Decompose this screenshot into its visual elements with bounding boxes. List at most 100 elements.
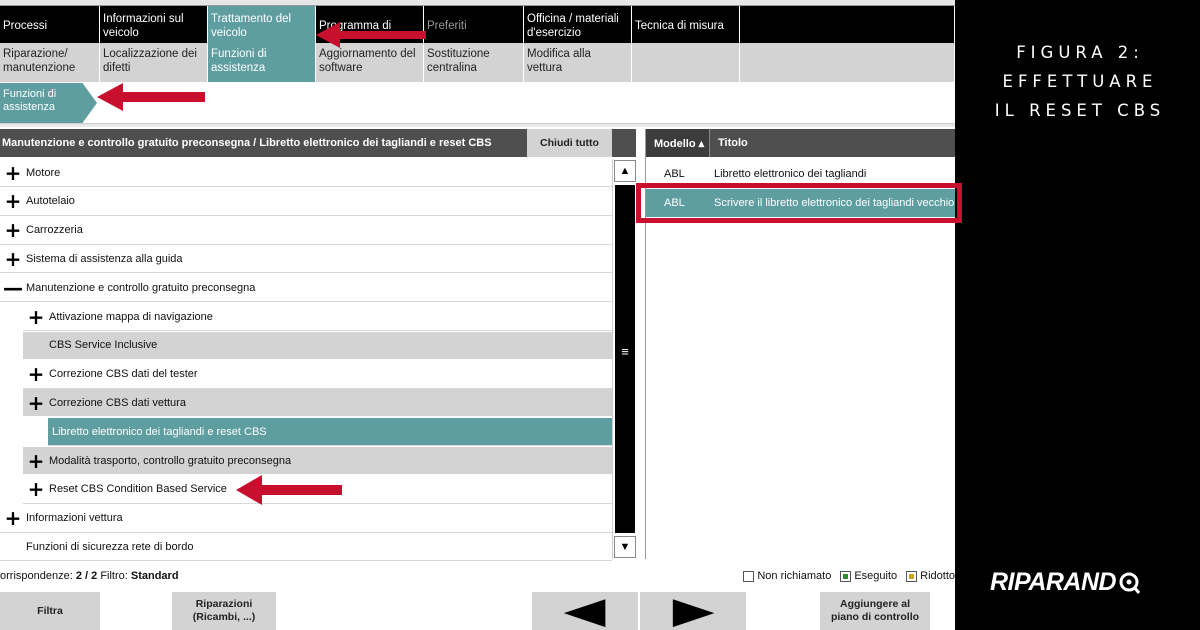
tree-row-label: Correzione CBS dati del tester	[49, 368, 198, 381]
annotation-arrow-nav-icon	[316, 22, 426, 48]
tree-row-label: Modalità trasporto, controllo gratuito p…	[49, 454, 292, 467]
tree-row[interactable]: + Motore	[0, 159, 612, 187]
expand-icon[interactable]: +	[23, 364, 49, 384]
caption-line-2: EFFETTUARE	[1002, 72, 1158, 91]
scroll-down-icon[interactable]: ▼	[614, 536, 636, 558]
filter-label: Filtro:	[100, 570, 128, 582]
tree-path-title: Manutenzione e controllo gratuito precon…	[2, 137, 492, 149]
tree-row[interactable]: + Correzione CBS dati del tester	[23, 361, 612, 389]
legend-swatch-icon	[840, 570, 852, 582]
riparando-logo: RIPARAND	[990, 568, 1143, 597]
expand-icon[interactable]: +	[23, 393, 49, 413]
status-line: orrispondenze: 2 / 2 Filtro: Standard No…	[0, 565, 955, 587]
legend-label: Non richiamato	[757, 570, 832, 582]
nav-tab-item-1[interactable]: Informazioni sul veicolo	[100, 6, 208, 43]
expand-icon[interactable]: +	[0, 191, 26, 211]
tree-row-label: Motore	[26, 166, 61, 179]
tree-row[interactable]: Funzioni di sicurezza rete di bordo	[0, 533, 612, 562]
subnav-tab-item-4[interactable]: Sostituzione centralina	[424, 43, 524, 82]
tree-row[interactable]: + Attivazione mappa di navigazione	[23, 303, 612, 331]
tree-scrollbar[interactable]: ▲ ≡ ▼	[612, 159, 636, 559]
tree-row[interactable]: — Manutenzione e controllo gratuito preco…	[0, 274, 612, 303]
subnav-tab-item-1[interactable]: Localizzazione dei difetti	[100, 43, 208, 82]
caption-line-3: IL RESET CBS	[994, 101, 1166, 120]
expand-icon[interactable]: +	[23, 479, 49, 499]
tree-row[interactable]: + Autotelaio	[0, 188, 612, 216]
forward-button[interactable]: ▶	[640, 592, 746, 630]
tree-row[interactable]: + Informazioni vettura	[0, 505, 612, 533]
main-nav-bar: Processi Informazioni sul veicolo Trattame…	[0, 6, 955, 43]
filter-value: Standard	[130, 570, 179, 582]
results-header: Modello ▴ Titolo	[646, 129, 955, 157]
expand-icon[interactable]: +	[23, 451, 49, 471]
tree-row[interactable]: Libretto elettronico dei tagliandi e res…	[48, 418, 612, 447]
tree-row-label: Informazioni vettura	[26, 512, 123, 525]
tree-row-label: Libretto elettronico dei tagliandi e res…	[52, 425, 267, 438]
filter-button[interactable]: Filtra	[0, 592, 100, 630]
add-to-plan-label: Aggiungere al piano di controllo	[830, 598, 920, 623]
legend-swatch-icon	[906, 570, 918, 582]
tree-row-label: Attivazione mappa di navigazione	[49, 310, 213, 323]
expand-icon[interactable]: +	[23, 307, 49, 327]
tree-row-label: Correzione CBS dati vettura	[49, 396, 186, 409]
annotation-arrow-tab-icon	[97, 83, 205, 111]
grip-icon: ≡	[621, 344, 629, 359]
scroll-thumb[interactable]: ≡	[615, 185, 635, 533]
nav-tab-item-5[interactable]: Officina / materiali d'esercizio	[524, 6, 632, 43]
tree-row-label: Carrozzeria	[26, 224, 83, 237]
tree-row-label: Sistema di assistenza alla guida	[26, 252, 183, 265]
column-header-model[interactable]: Modello ▴	[646, 129, 710, 157]
annotation-arrow-reset-icon	[236, 475, 342, 505]
nav-tab-item-7[interactable]	[740, 6, 955, 43]
matches-label: orrispondenze:	[0, 570, 73, 582]
breadcrumb-divider	[0, 123, 955, 127]
tree-header: Manutenzione e controllo gratuito precon…	[0, 129, 636, 157]
add-to-plan-button[interactable]: Aggiungere al piano di controllo	[820, 592, 930, 630]
logo-gear-icon	[1119, 572, 1141, 594]
legend-swatch-icon	[743, 570, 755, 582]
column-header-title[interactable]: Titolo	[710, 137, 748, 149]
expand-icon[interactable]: +	[0, 249, 26, 269]
diagnostic-software-screen: Processi Informazioni sul veicolo Trattame…	[0, 0, 955, 630]
result-model: ABL	[664, 168, 685, 180]
repairs-button[interactable]: Riparazioni (Ricambi, ...)	[172, 592, 276, 630]
caption-line-1: FIGURA 2:	[1016, 43, 1144, 62]
annotation-highlight-box	[636, 183, 962, 223]
collapse-icon[interactable]: —	[0, 278, 26, 298]
expand-icon[interactable]: +	[0, 508, 26, 528]
subnav-tab-item-0[interactable]: Riparazione/ manutenzione	[0, 43, 100, 82]
matches-value: 2 / 2	[75, 570, 98, 582]
nav-tab-item-6[interactable]: Tecnica di misura	[632, 6, 740, 43]
scroll-up-icon[interactable]: ▲	[614, 160, 636, 182]
subnav-tab-item-5[interactable]: Modifica alla vettura	[524, 43, 632, 82]
expand-icon[interactable]: +	[0, 163, 26, 183]
tree-row[interactable]: + Sistema di assistenza alla guida	[0, 245, 612, 274]
tree-row-label: Manutenzione e controllo gratuito precon…	[26, 281, 256, 294]
sub-nav-bar: Riparazione/ manutenzione Localizzazione …	[0, 43, 955, 82]
figure-caption: FIGURA 2: EFFETTUARE IL RESET CBS	[970, 38, 1190, 125]
subnav-tab-item-7[interactable]	[740, 43, 955, 82]
back-button[interactable]: ◀	[532, 592, 638, 630]
subnav-tab-item-6[interactable]	[632, 43, 740, 82]
result-title: Libretto elettronico dei tagliandi	[714, 168, 867, 180]
close-all-button[interactable]: Chiudi tutto	[527, 129, 612, 157]
tree-row[interactable]: + Carrozzeria	[0, 217, 612, 245]
subnav-tab-item-2[interactable]: Funzioni di assistenza	[208, 43, 316, 82]
logo-text: RIPARAND	[990, 568, 1117, 596]
nav-tab-item-4[interactable]: Preferiti	[424, 6, 524, 43]
tree-row-label: CBS Service Inclusive	[49, 339, 158, 352]
repairs-button-label: Riparazioni (Ricambi, ...)	[192, 598, 256, 623]
nav-tab-item-2[interactable]: Trattamento del veicolo	[208, 6, 316, 43]
tree-row[interactable]: CBS Service Inclusive	[23, 331, 612, 360]
expand-icon[interactable]: +	[0, 220, 26, 240]
tree-row[interactable]: + Correzione CBS dati vettura	[23, 389, 612, 418]
status-legend: Non richiamato Eseguito Ridotto	[737, 565, 955, 587]
tree-row-label: Funzioni di sicurezza rete di bordo	[26, 540, 194, 553]
legend-label: Eseguito	[854, 570, 898, 582]
tree-row-label: Reset CBS Condition Based Service	[49, 483, 227, 496]
legend-label: Ridotto	[920, 570, 955, 582]
breadcrumb-tab[interactable]: Funzioni di assistenza	[0, 83, 97, 123]
nav-tab-item-0[interactable]: Processi	[0, 6, 100, 43]
tree-row[interactable]: + Modalità trasporto, controllo gratuito …	[23, 447, 612, 475]
tree-row-label: Autotelaio	[26, 195, 75, 208]
